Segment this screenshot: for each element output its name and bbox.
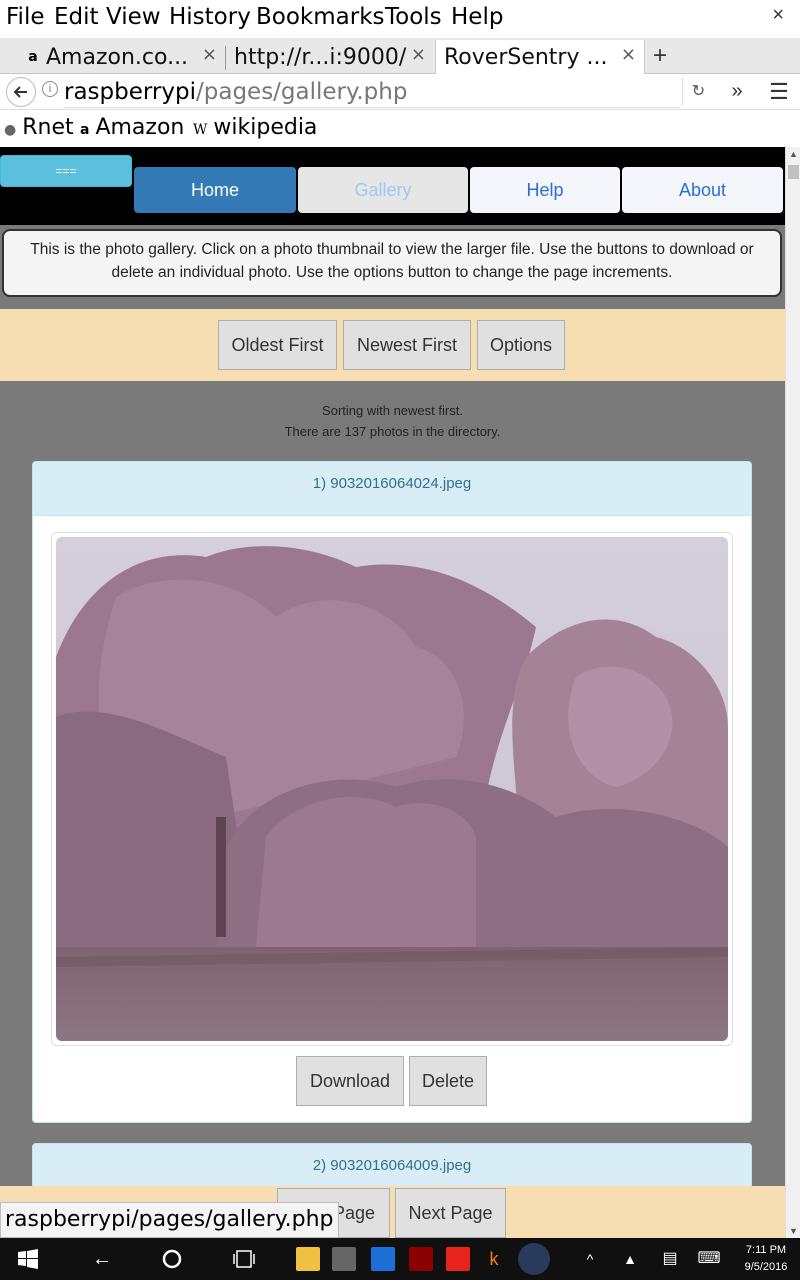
menu-bookmarks[interactable]: Bookmarks xyxy=(256,4,385,30)
navigation-bar: i raspberrypi/pages/gallery.php ↻ » ☰ xyxy=(0,74,800,110)
delete-button[interactable]: Delete xyxy=(409,1056,487,1106)
new-tab-button[interactable]: + xyxy=(653,42,667,70)
reload-icon[interactable]: ↻ xyxy=(682,78,714,106)
bookmark-label: Amazon xyxy=(95,115,185,140)
hamburger-menu-icon[interactable]: ☰ xyxy=(764,80,794,104)
back-arrow-icon xyxy=(13,86,27,98)
wifi-icon[interactable]: ▲ xyxy=(618,1238,642,1280)
globe-icon: ● xyxy=(4,122,17,138)
tab-close-icon[interactable]: × xyxy=(202,44,217,65)
next-page-button[interactable]: Next Page xyxy=(395,1188,506,1238)
app-icon[interactable] xyxy=(409,1247,433,1271)
menu-toggle-button[interactable]: === xyxy=(0,155,132,187)
amazon-favicon-icon: a xyxy=(28,49,38,65)
oldest-first-button[interactable]: Oldest First xyxy=(218,320,337,370)
gallery-intro-text: This is the photo gallery. Click on a ph… xyxy=(2,229,782,297)
url-host: raspberrypi xyxy=(64,79,196,105)
clock-date: 9/5/2016 xyxy=(744,1261,788,1273)
nav-help-button[interactable]: Help xyxy=(470,167,620,213)
menu-edit[interactable]: Edit xyxy=(54,4,99,30)
photo-panel: 1) 9032016064024.jpeg Download Delete xyxy=(32,461,752,1123)
tab-roversentry[interactable]: RoverSentry ... × xyxy=(435,40,645,74)
menu-file[interactable]: File xyxy=(6,4,45,30)
menu-history[interactable]: History xyxy=(169,4,251,30)
bookmark-label: Rnet xyxy=(22,115,74,140)
windows-start-icon[interactable] xyxy=(10,1238,46,1280)
vertical-scrollbar[interactable]: ▲ ▼ xyxy=(785,147,800,1238)
bookmark-wikipedia[interactable]: Wwikipedia xyxy=(193,115,317,140)
tab-label: RoverSentry ... xyxy=(444,44,608,70)
download-button[interactable]: Download xyxy=(296,1056,404,1106)
tab-amazon[interactable]: a Amazon.co... × xyxy=(0,40,225,74)
tab-label: http://r...i:9000/ xyxy=(234,44,407,70)
scroll-down-icon[interactable]: ▼ xyxy=(789,1226,798,1236)
store-icon[interactable] xyxy=(371,1247,395,1271)
site-navbar: === Home Gallery Help About xyxy=(0,147,785,225)
chevron-up-icon[interactable]: ^ xyxy=(578,1238,602,1280)
task-view-icon[interactable] xyxy=(226,1238,262,1280)
photo-title: 1) 9032016064024.jpeg xyxy=(33,462,751,516)
wikipedia-icon: W xyxy=(193,122,208,138)
kindle-icon[interactable]: k xyxy=(482,1247,506,1271)
nav-gallery-button[interactable]: Gallery xyxy=(298,167,468,213)
back-arrow-icon[interactable]: ← xyxy=(84,1238,120,1280)
taskbar: ← k ^ ▲ ▤ ⌨ 7:11 PM 9/5/2016 xyxy=(0,1238,800,1280)
bookmarks-bar: ● Rnet a Amazon Wwikipedia xyxy=(0,110,800,147)
sort-status-text: Sorting with newest first. xyxy=(322,403,463,418)
tab-label: Amazon.co... xyxy=(46,44,189,70)
menu-view[interactable]: View xyxy=(106,4,161,30)
options-button[interactable]: Options xyxy=(477,320,565,370)
newest-first-button[interactable]: Newest First xyxy=(343,320,471,370)
cortana-icon[interactable] xyxy=(154,1238,190,1280)
tab-strip: a Amazon.co... × http://r...i:9000/ × Ro… xyxy=(0,38,800,74)
bookmark-amazon[interactable]: a Amazon xyxy=(80,115,184,140)
calculator-icon[interactable] xyxy=(332,1247,356,1271)
bookmark-rnet[interactable]: ● Rnet xyxy=(4,115,74,140)
firefox-icon[interactable] xyxy=(518,1243,550,1275)
url-path: /pages/gallery.php xyxy=(196,79,408,105)
page-content: === Home Gallery Help About This is the … xyxy=(0,147,785,1238)
system-clock[interactable]: 7:11 PM 9/5/2016 xyxy=(735,1242,797,1276)
sort-toolbar: Oldest First Newest First Options xyxy=(0,309,785,381)
file-explorer-icon[interactable] xyxy=(296,1247,320,1271)
tab-router[interactable]: http://r...i:9000/ × xyxy=(226,40,434,74)
nav-home-button[interactable]: Home xyxy=(134,167,296,213)
url-field[interactable]: raspberrypi/pages/gallery.php xyxy=(64,76,680,108)
photo-image[interactable] xyxy=(56,537,728,1041)
scroll-up-icon[interactable]: ▲ xyxy=(789,149,798,159)
tab-close-icon[interactable]: × xyxy=(621,44,636,65)
site-info-icon[interactable]: i xyxy=(42,81,58,97)
nav-about-button[interactable]: About xyxy=(622,167,783,213)
menu-help[interactable]: Help xyxy=(451,4,503,30)
link-status-bar: raspberrypi/pages/gallery.php xyxy=(0,1202,339,1238)
flipboard-icon[interactable] xyxy=(446,1247,470,1271)
tab-close-icon[interactable]: × xyxy=(411,44,426,65)
bookmark-label: wikipedia xyxy=(213,115,318,140)
back-button[interactable] xyxy=(6,77,36,107)
notifications-icon[interactable]: ▤ xyxy=(658,1238,682,1280)
menu-tools[interactable]: Tools xyxy=(385,4,442,30)
keyboard-icon[interactable]: ⌨ xyxy=(696,1238,722,1280)
window-close-icon[interactable]: × xyxy=(772,4,784,27)
photo-count-text: There are 137 photos in the directory. xyxy=(284,424,501,439)
photo-thumbnail[interactable] xyxy=(51,532,733,1046)
overflow-chevron-icon[interactable]: » xyxy=(722,78,752,106)
amazon-icon: a xyxy=(80,122,90,138)
scrollbar-thumb[interactable] xyxy=(788,165,799,179)
clock-time: 7:11 PM xyxy=(745,1244,787,1256)
menu-bar: File Edit View History Bookmarks Tools H… xyxy=(0,0,800,38)
